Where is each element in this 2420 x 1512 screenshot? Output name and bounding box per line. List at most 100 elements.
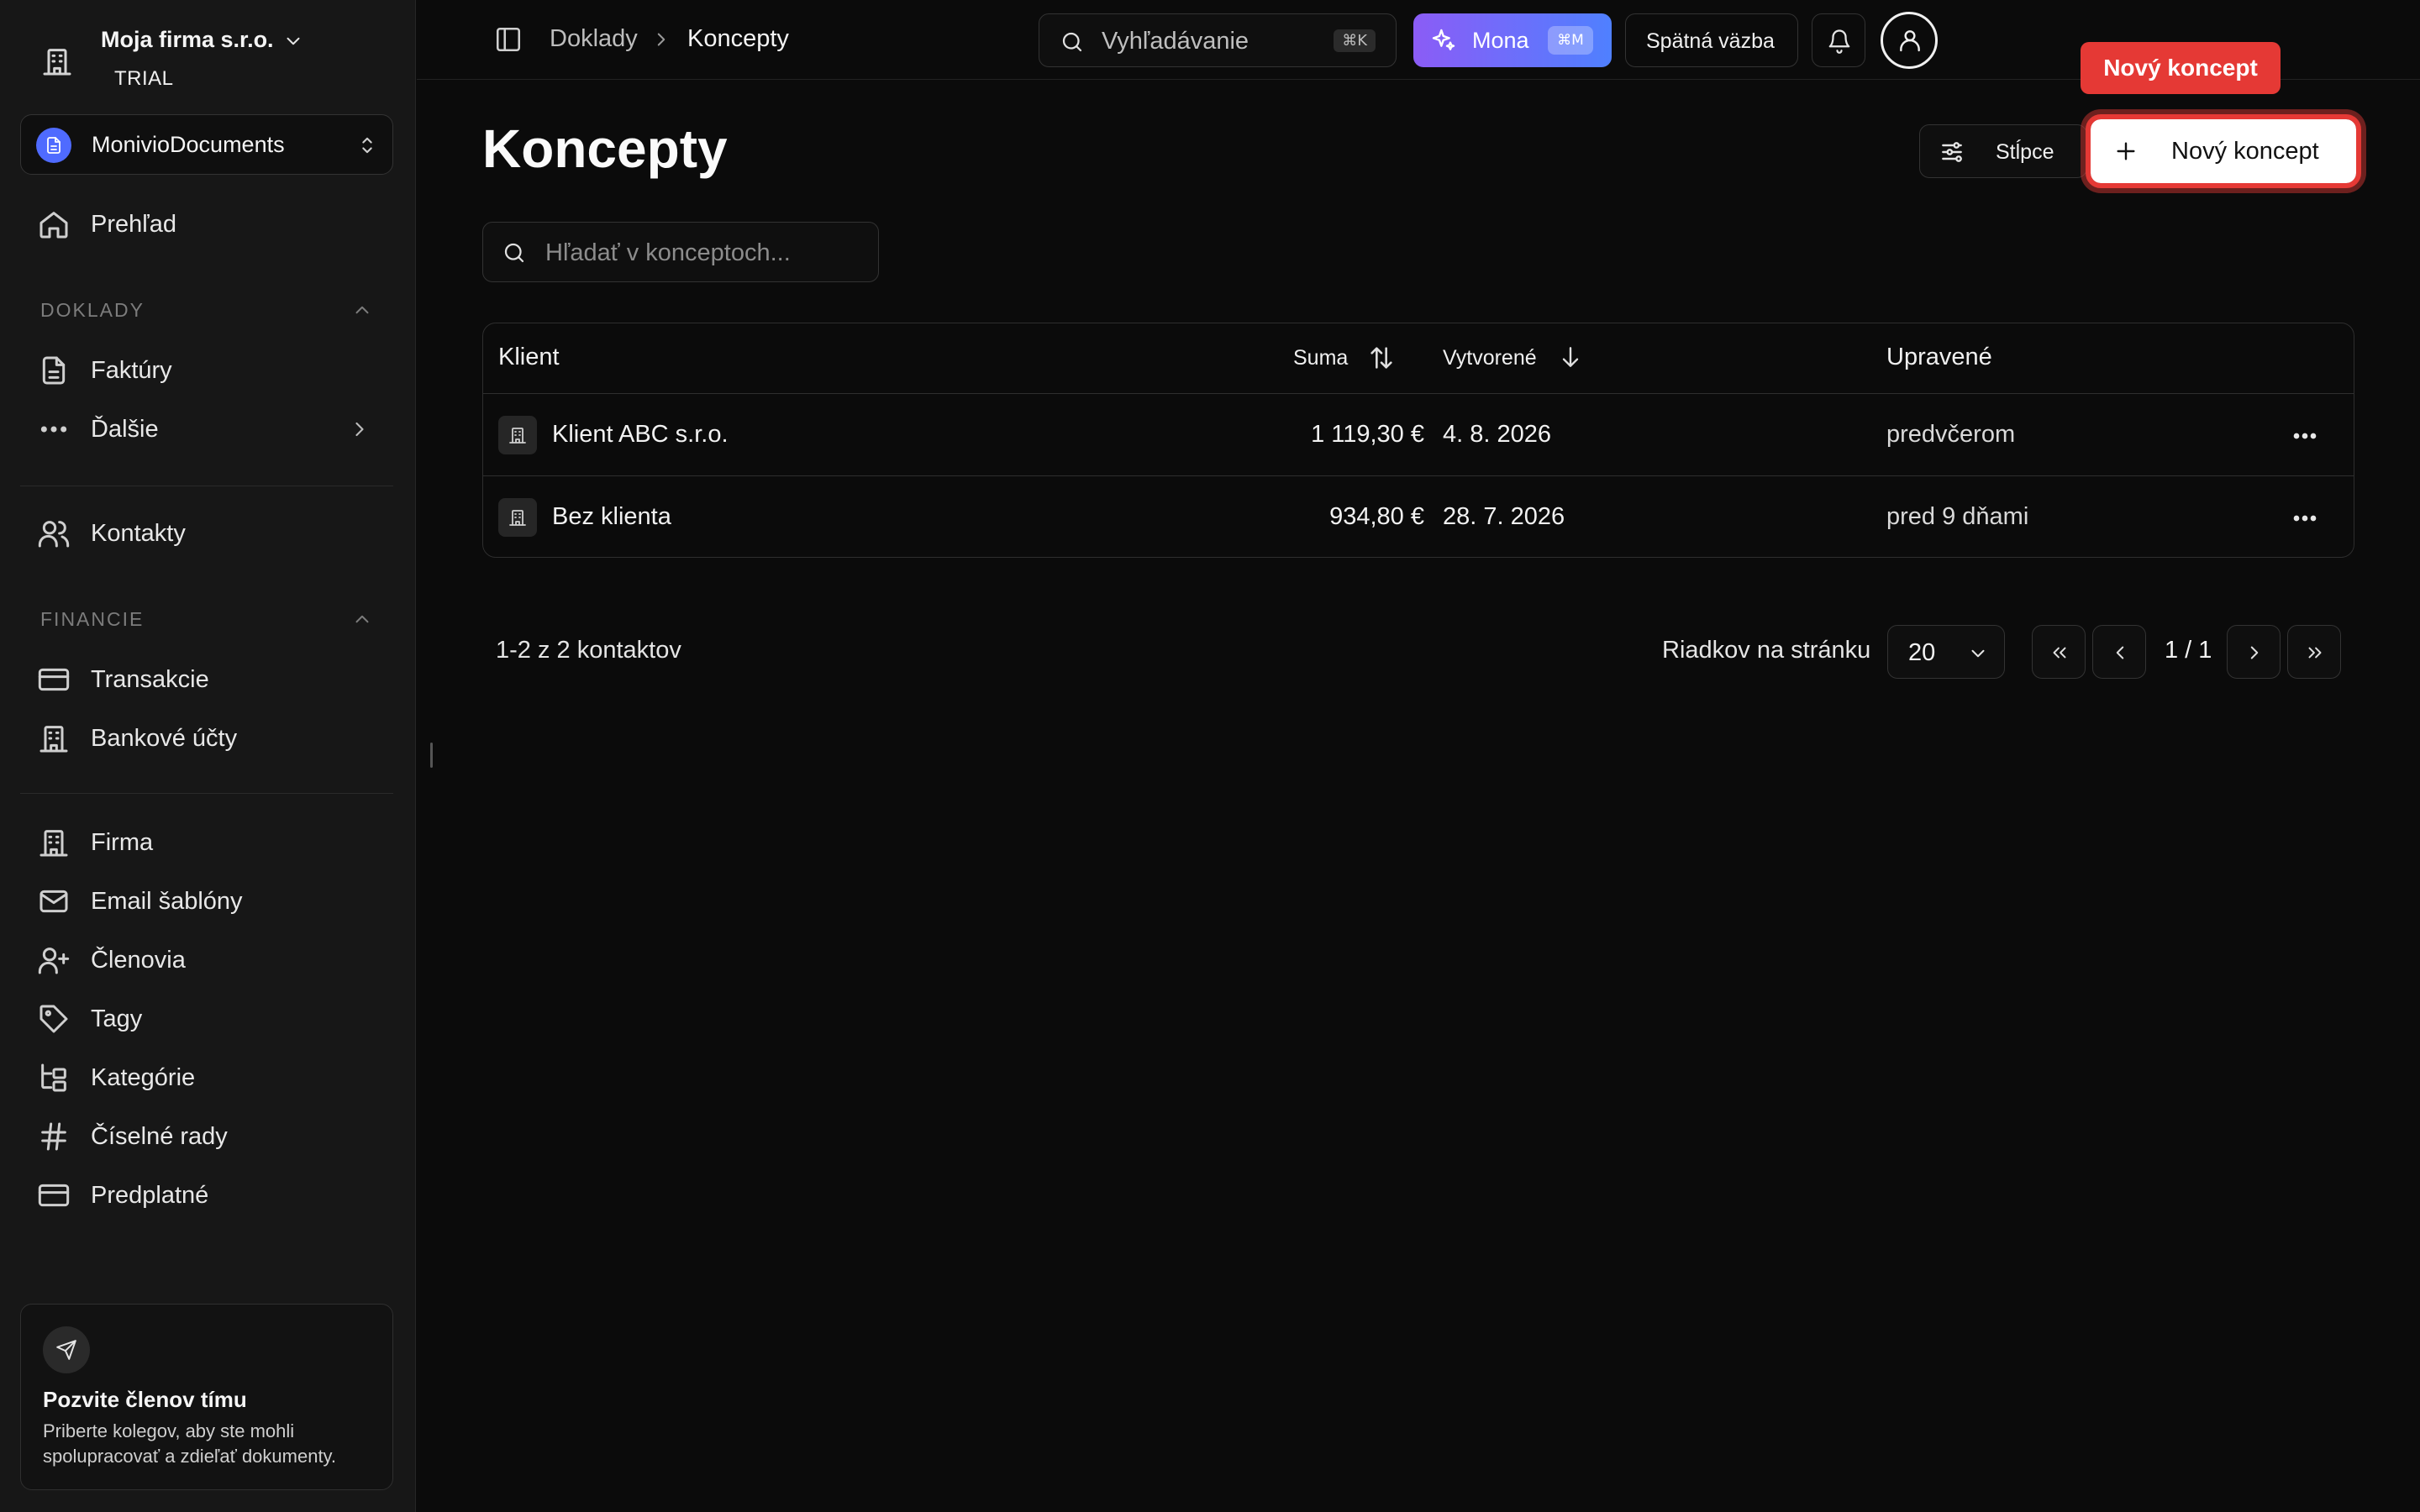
- cell-created: 28. 7. 2026: [1443, 503, 1565, 530]
- mona-ai-button[interactable]: Mona ⌘M: [1413, 13, 1612, 67]
- org-name: Moja firma s.r.o.: [101, 27, 274, 52]
- home-icon: [37, 207, 71, 241]
- chevron-up-icon[interactable]: [351, 299, 373, 321]
- section-documents: DOKLADY: [40, 299, 145, 321]
- users-icon: [37, 517, 71, 550]
- draft-search-input[interactable]: Hľadať v konceptoch...: [482, 222, 879, 282]
- cell-updated: predvčerom: [1886, 421, 2016, 448]
- invite-text: Priberte kolegov, aby ste mohli spolupra…: [43, 1420, 337, 1467]
- search-placeholder: Vyhľadávanie: [1102, 28, 1249, 55]
- rows-per-page-select[interactable]: 20: [1887, 625, 2005, 679]
- sidebar-item-label: Bankové účty: [91, 724, 238, 752]
- more-horizontal-icon[interactable]: [2288, 501, 2322, 535]
- building-icon: [498, 498, 537, 537]
- org-switcher[interactable]: Moja firma s.r.o. TRIAL: [37, 24, 390, 96]
- first-page-button[interactable]: [2032, 625, 2086, 679]
- breadcrumb-documents[interactable]: Doklady: [550, 25, 638, 53]
- rows-per-page-label: Riadkov na stránku: [1662, 637, 1871, 664]
- sliders-icon: [1939, 139, 1965, 165]
- sidebar-item-members[interactable]: Členovia: [37, 939, 186, 981]
- column-client: Klient: [498, 344, 560, 370]
- user-icon: [1900, 30, 1920, 52]
- sidebar-item-label: Ďalšie: [91, 415, 159, 443]
- send-icon: [43, 1326, 90, 1373]
- cell-sum: 1 119,30 €: [1311, 421, 1424, 448]
- sidebar-item-overview[interactable]: Prehľad: [37, 203, 176, 245]
- sidebar-item-bank-accounts[interactable]: Bankové účty: [37, 717, 237, 759]
- app-name: MonivioDocuments: [92, 132, 285, 157]
- column-created[interactable]: Vytvorené: [1443, 346, 1537, 370]
- plus-icon: [2112, 138, 2139, 165]
- pagination-info: 1-2 z 2 kontaktov: [496, 637, 681, 664]
- chevron-down-icon: [282, 30, 304, 52]
- building-icon: [40, 45, 74, 78]
- chevron-up-icon[interactable]: [351, 608, 373, 630]
- columns-button[interactable]: Stĺpce: [1919, 124, 2087, 178]
- notifications-button[interactable]: [1812, 13, 1865, 67]
- prev-page-button[interactable]: [2092, 625, 2146, 679]
- panel-left-icon[interactable]: [494, 25, 523, 54]
- sidebar-item-subscription[interactable]: Predplatné: [37, 1174, 208, 1216]
- column-sum[interactable]: Suma: [1293, 346, 1348, 370]
- sidebar-item-invoices[interactable]: Faktúry: [37, 349, 172, 391]
- app-switcher[interactable]: MonivioDocuments: [20, 114, 393, 175]
- plan-badge: TRIAL: [114, 67, 174, 90]
- drafts-table: Klient Suma Vytvorené Upravené Klient AB…: [482, 323, 2354, 558]
- search-shortcut: ⌘K: [1334, 29, 1376, 52]
- chevron-right-icon: [650, 29, 672, 50]
- sidebar-item-number-series[interactable]: Číselné rady: [37, 1116, 228, 1158]
- sort-arrows-icon[interactable]: [1367, 344, 1396, 372]
- sidebar-resize-handle[interactable]: [430, 743, 433, 768]
- sidebar-item-tags[interactable]: Tagy: [37, 998, 142, 1040]
- building-icon: [498, 416, 537, 454]
- table-row[interactable]: Bez klienta 934,80 € 28. 7. 2026 pred 9 …: [483, 476, 2354, 557]
- mona-label: Mona: [1472, 28, 1529, 53]
- sidebar-item-contacts[interactable]: Kontakty: [37, 512, 186, 554]
- invite-team-card[interactable]: Pozvite členov tímu Priberte kolegov, ab…: [20, 1304, 393, 1490]
- sidebar-item-company[interactable]: Firma: [37, 822, 153, 864]
- last-page-button[interactable]: [2287, 625, 2341, 679]
- sidebar-item-label: Kategórie: [91, 1063, 196, 1091]
- sidebar-item-label: Tagy: [91, 1005, 143, 1032]
- rows-per-page-value: 20: [1908, 639, 1936, 666]
- cell-client: Klient ABC s.r.o.: [552, 421, 729, 448]
- page-indicator: 1 / 1: [2165, 637, 2212, 664]
- more-horizontal-icon: [37, 412, 71, 446]
- page-title: Koncepty: [482, 118, 728, 179]
- sidebar-item-label: Členovia: [91, 946, 186, 974]
- new-draft-button[interactable]: Nový koncept: [2086, 114, 2361, 188]
- chevron-right-icon: [348, 417, 371, 441]
- next-page-button[interactable]: [2227, 625, 2281, 679]
- table-row[interactable]: Klient ABC s.r.o. 1 119,30 € 4. 8. 2026 …: [483, 394, 2354, 476]
- sidebar-item-label: Email šablóny: [91, 887, 243, 915]
- sidebar-item-label: Transakcie: [91, 665, 209, 693]
- bell-icon: [1828, 29, 1850, 54]
- cell-client: Bez klienta: [552, 503, 671, 530]
- new-draft-label: Nový koncept: [2171, 138, 2319, 165]
- chevron-left-icon: [2116, 646, 2124, 659]
- invite-title: Pozvite členov tímu: [43, 1387, 247, 1412]
- global-search[interactable]: Vyhľadávanie ⌘K: [1039, 13, 1397, 67]
- column-updated: Upravené: [1886, 344, 1992, 370]
- more-horizontal-icon[interactable]: [2288, 419, 2322, 453]
- user-avatar[interactable]: [1881, 12, 1938, 69]
- sidebar-item-email-templates[interactable]: Email šablóny: [37, 880, 243, 922]
- sidebar-item-label: Kontakty: [91, 519, 186, 547]
- user-plus-icon: [37, 943, 71, 977]
- sidebar-item-label: Číselné rady: [91, 1122, 228, 1150]
- sidebar-item-more[interactable]: Ďalšie: [37, 408, 390, 450]
- chevrons-right-icon: [2308, 647, 2322, 659]
- divider: [20, 793, 393, 794]
- chevron-right-icon: [2250, 646, 2259, 659]
- document-icon: [36, 128, 71, 163]
- feedback-label: Spätná väzba: [1646, 29, 1775, 53]
- sidebar-item-categories[interactable]: Kategórie: [37, 1057, 195, 1099]
- table-header: Klient Suma Vytvorené Upravené: [483, 323, 2354, 394]
- feedback-button[interactable]: Spätná väzba: [1625, 13, 1798, 67]
- arrow-down-icon[interactable]: [1557, 344, 1584, 370]
- cell-sum: 934,80 €: [1329, 503, 1424, 530]
- breadcrumb-current: Koncepty: [687, 25, 789, 52]
- sidebar-item-transactions[interactable]: Transakcie: [37, 659, 209, 701]
- chevron-down-icon: [1967, 643, 1989, 664]
- chevrons-left-icon: [2053, 647, 2066, 659]
